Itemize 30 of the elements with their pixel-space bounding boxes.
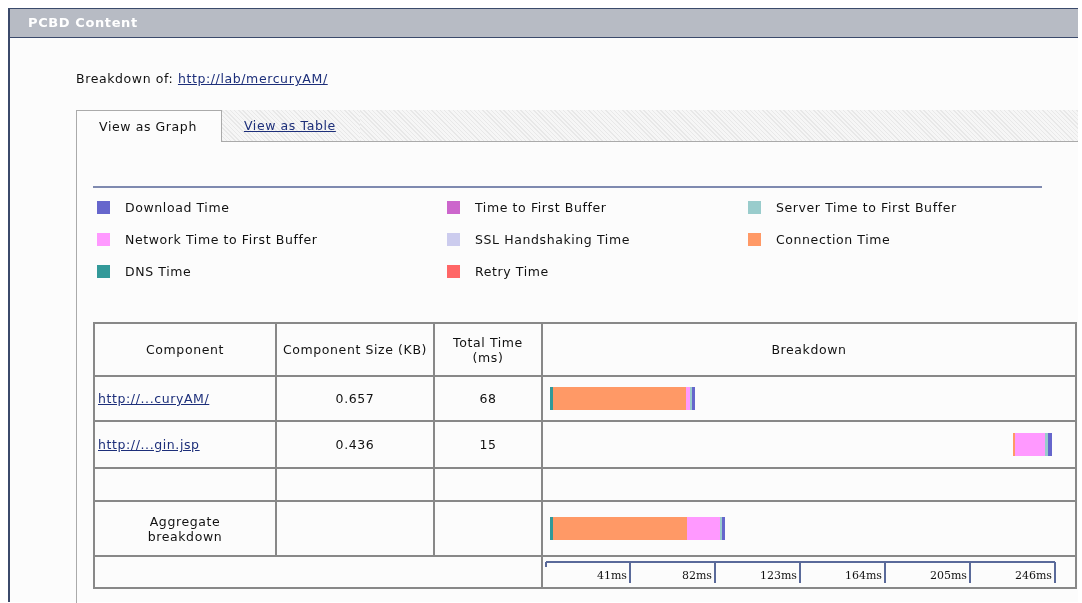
table-cell: 0.436 [276,421,434,468]
column-header: Component [94,323,276,376]
breakdown-link[interactable]: http://lab/mercuryAM/ [177,71,328,86]
legend-label: Connection Time [776,231,891,247]
tick-label: 246ms [1014,569,1052,582]
tick-label: 164ms [844,569,882,582]
table-cell: 15 [434,421,542,468]
column-header: Component Size (KB) [276,323,434,376]
table-cell: Aggregate breakdown [94,501,276,556]
legend-label: DNS Time [125,263,192,279]
table-cell: 68 [434,376,542,421]
table-cell: 0.657 [276,376,434,421]
legend-label: Time to First Buffer [475,199,607,215]
tab[interactable]: View as Table [221,110,360,142]
tick-label: 41ms [596,569,627,582]
legend-label: Retry Time [475,263,549,279]
legend-label: Network Time to First Buffer [125,231,318,247]
tick-label: 123ms [759,569,797,582]
legend-label: Download Time [125,199,230,215]
breakdown-label: Breakdown of: [76,71,174,86]
tab[interactable]: View as Graph [76,110,222,142]
legend-label: SSL Handshaking Time [475,231,630,247]
tick-label: 205ms [929,569,967,582]
waterfall-bar [1013,433,1052,456]
tick-label: 82ms [681,569,712,582]
column-header: Breakdown [542,323,1076,376]
component-link[interactable]: http://...gin.jsp [98,437,200,452]
column-header: Total Time (ms) [434,323,542,376]
legend-label: Server Time to First Buffer [776,199,957,215]
panel-title: PCBD Content [10,9,1078,38]
